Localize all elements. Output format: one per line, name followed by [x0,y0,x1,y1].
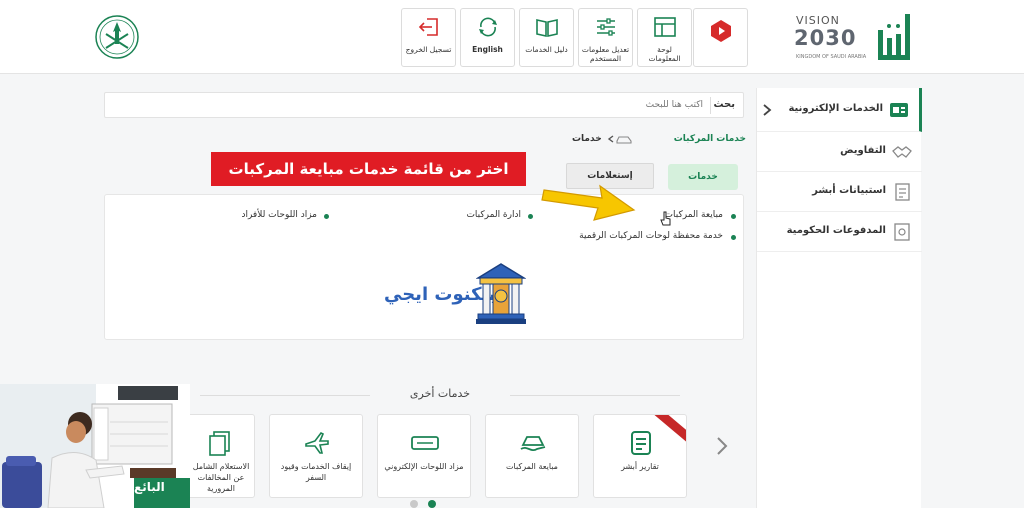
carousel-pager [408,500,442,508]
annotation-banner: اختر من قائمة خدمات مبايعة المركبات [211,152,526,186]
search-input[interactable] [503,96,703,114]
chevron-right-icon[interactable] [761,103,773,117]
service-digital-plates-wallet[interactable]: خدمة محفظة لوحات المركبات الرقمية [579,231,723,241]
card-plates-auction[interactable]: مزاد اللوحات الإلكتروني [377,414,471,498]
vision-year: 2030 [794,26,857,50]
documents-icon [209,431,230,456]
sidebar: الخدمات الإلكترونية التفاويض استبيانات أ… [756,88,922,508]
nav-edit-user[interactable]: تعديل معلومات المستخدم [578,8,633,67]
nav-edit-user-label: تعديل معلومات المستخدم [581,45,630,63]
other-services-header: خدمات أخرى [200,386,680,406]
saudi-emblem [95,15,139,59]
seller-illustration: البائع [0,384,194,508]
travel-ban-icon [305,431,329,454]
bullet-icon [731,214,736,219]
divider-line [510,395,680,396]
breadcrumb: خدمات المركبات خدمات [572,132,746,148]
tab-services[interactable]: خدمات [668,164,738,190]
absher-logo[interactable] [874,8,918,66]
sidebar-item-eservices-label: الخدمات الإلكترونية [788,103,883,114]
survey-icon [895,183,910,201]
logout-icon [418,18,438,36]
service-vehicle-sale[interactable]: مبايعة المركبات [665,210,723,220]
watermark: بنكنوت ايجي [384,262,529,330]
book-icon [536,19,558,37]
vision-subtitle: KINGDOM OF SAUDI ARABIA [796,54,867,60]
nav-dashboard-label: لوحة المعلومات [648,45,681,63]
dashboard-icon [654,17,676,37]
divider-line [200,395,370,396]
hand-cursor-icon [660,211,671,226]
sidebar-item-payments[interactable]: المدفوعات الحكومية [757,212,922,252]
bullet-icon [324,214,329,219]
card-traffic-violations[interactable]: الاستعلام الشامل عن المخالفات المرورية [187,414,255,498]
sidebar-item-delegations-label: التفاويض [840,145,886,156]
card-absher-reports[interactable]: تقارير أبشر [593,414,687,498]
sidebar-item-delegations[interactable]: التفاويض [757,132,922,172]
service-vehicle-management[interactable]: ادارة المركبات [466,210,521,220]
nav-language-label: English [472,45,503,54]
other-services-title: خدمات أخرى [409,387,471,400]
nav-services-guide[interactable]: دليل الخدمات [519,8,574,67]
breadcrumb-chevron-icon [607,135,614,143]
search-bar: بحث [104,92,744,118]
seller-caption: البائع [134,480,165,494]
sidebar-item-eservices[interactable]: الخدمات الإلكترونية [757,88,922,132]
top-header: VISION 2030 KINGDOM OF SAUDI ARABIA لوحة… [0,0,1024,74]
sidebar-item-payments-label: المدفوعات الحكومية [786,225,886,236]
bullet-icon [731,235,736,240]
car-sale-icon [520,436,546,452]
pager-dot-active[interactable] [428,500,436,508]
language-icon [479,17,497,37]
payments-icon [894,223,910,241]
card-traffic-violations-label: الاستعلام الشامل عن المخالفات المرورية [192,462,250,493]
card-plates-auction-label: مزاد اللوحات الإلكتروني [384,462,464,471]
new-ribbon [649,415,686,447]
pager-dot[interactable] [410,500,418,508]
card-travel-restrictions[interactable]: إيقاف الخدمات وقيود السفر [269,414,363,498]
bullet-icon [528,214,533,219]
card-travel-restrictions-label: إيقاف الخدمات وقيود السفر [280,462,352,482]
nav-language[interactable]: English [460,8,515,67]
card-absher-reports-label: تقارير أبشر [621,462,659,471]
search-divider [710,97,711,114]
nav-media[interactable] [693,8,748,67]
nav-logout[interactable]: تسجيل الخروج [401,8,456,67]
plate-icon [411,436,439,450]
nav-dashboard[interactable]: لوحة المعلومات [637,8,692,67]
sidebar-item-surveys-label: استبيانات أبشر [812,185,886,196]
card-vehicle-sale[interactable]: مبايعة المركبات [485,414,579,498]
media-icon [711,20,731,42]
pointer-arrow-icon [541,184,636,221]
nav-services-guide-label: دليل الخدمات [525,45,568,54]
card-vehicle-sale-label: مبايعة المركبات [506,462,558,471]
breadcrumb-current: خدمات [572,134,602,144]
sliders-icon [597,18,615,36]
search-label: بحث [713,99,735,110]
breadcrumb-parent[interactable]: خدمات المركبات [674,134,746,144]
eservices-icon [890,103,908,117]
sidebar-item-surveys[interactable]: استبيانات أبشر [757,172,922,212]
next-arrow-icon[interactable] [712,434,732,458]
bank-icon [476,263,526,324]
nav-logout-label: تسجيل الخروج [405,45,452,54]
vision-2030-logo: VISION 2030 KINGDOM OF SAUDI ARABIA [790,12,870,64]
car-icon [616,136,632,144]
report-icon [631,431,651,455]
service-plates-auction[interactable]: مزاد اللوحات للأفراد [241,210,317,220]
handshake-icon [892,146,912,158]
